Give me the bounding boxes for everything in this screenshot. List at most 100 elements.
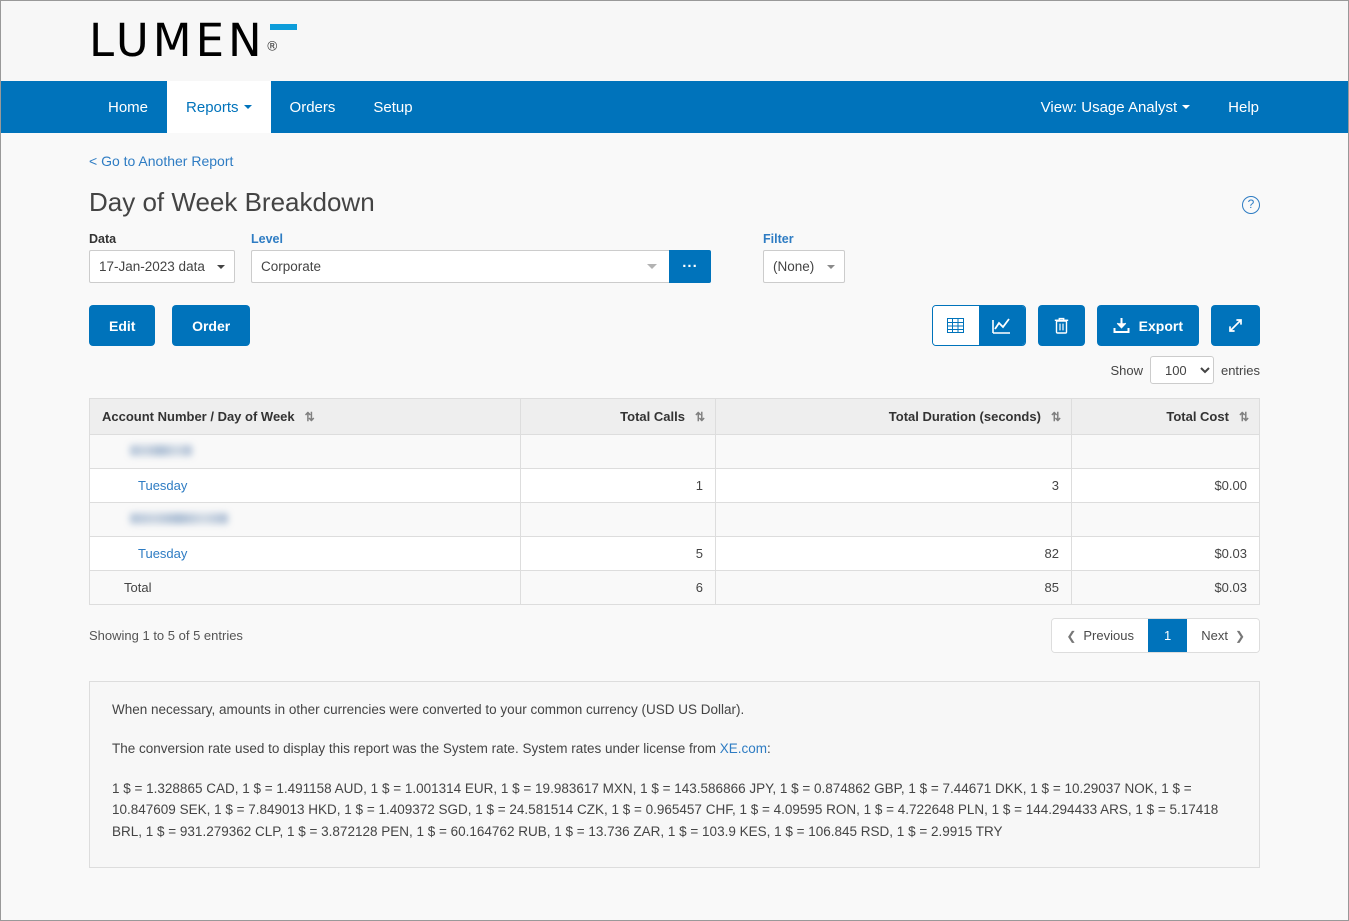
column-header-account-day-label: Account Number / Day of Week (102, 409, 295, 424)
pagination-next-label: Next (1201, 628, 1228, 643)
nav-item-home[interactable]: Home (89, 81, 167, 133)
export-button[interactable]: Export (1096, 305, 1199, 346)
day-of-week-link[interactable]: Tuesday (138, 546, 187, 561)
total-calls-cell: 5 (520, 536, 716, 571)
chevron-down-icon (217, 264, 225, 269)
column-header-total-calls[interactable]: Total Calls ⇅ (520, 398, 716, 435)
note-line-2: The conversion rate used to display this… (112, 739, 1237, 760)
chart-view-toggle[interactable] (978, 306, 1025, 345)
nav-item-reports[interactable]: Reports (167, 81, 271, 133)
app-window: LUMEN® Home Reports Orders Setup View: U… (0, 0, 1349, 921)
delete-button[interactable] (1037, 305, 1085, 346)
report-table: Account Number / Day of Week ⇅ Total Cal… (89, 398, 1260, 605)
chevron-down-icon (1182, 105, 1191, 109)
filter-dropdown-value: (None) (773, 259, 815, 274)
table-row-total: Total 6 85 $0.03 (89, 570, 1260, 605)
total-duration-cell (715, 434, 1072, 469)
column-header-total-cost[interactable]: Total Cost ⇅ (1071, 398, 1260, 435)
chevron-down-icon (827, 264, 835, 269)
data-dropdown-value: 17-Jan-2023 data (99, 259, 205, 274)
column-header-total-calls-label: Total Calls (620, 409, 685, 424)
nav-item-help[interactable]: Help (1209, 81, 1278, 133)
data-control-group: Data 17-Jan-2023 data (89, 232, 235, 283)
pagination-previous-button[interactable]: ❮ Previous (1052, 619, 1148, 652)
line-chart-icon (992, 317, 1011, 334)
pagination-next-button[interactable]: Next ❯ (1187, 619, 1259, 652)
registered-trademark-icon: ® (265, 39, 279, 55)
filter-label: Filter (763, 232, 794, 246)
table-row (89, 502, 1260, 537)
chevron-down-icon (647, 264, 657, 269)
order-button[interactable]: Order (172, 305, 251, 346)
help-circle-icon[interactable]: ? (1242, 195, 1260, 214)
show-entries-suffix: entries (1220, 362, 1260, 378)
breadcrumb-go-to-another-report[interactable]: < Go to Another Report (89, 133, 233, 169)
total-cost-cell (1071, 434, 1260, 469)
table-view-toggle[interactable] (932, 306, 979, 345)
nav-item-setup[interactable]: Setup (354, 81, 431, 133)
filter-dropdown[interactable]: (None) (763, 250, 845, 283)
download-icon (1113, 318, 1130, 333)
navbar-right-group: View: Usage Analyst Help (1022, 81, 1348, 133)
day-of-week-cell: Tuesday (89, 468, 521, 503)
day-of-week-link[interactable]: Tuesday (138, 478, 187, 493)
expand-button[interactable] (1211, 305, 1260, 346)
pagination-previous-label: Previous (1083, 628, 1134, 643)
note-line-2-after: : (767, 740, 771, 756)
pagination-page-1[interactable]: 1 (1147, 619, 1188, 652)
total-cost-cell: $0.03 (1071, 536, 1260, 571)
total-duration-cell: 85 (715, 570, 1072, 605)
nav-item-view-selector[interactable]: View: Usage Analyst (1022, 81, 1209, 133)
total-cost-cell (1071, 502, 1260, 537)
chevron-down-icon (243, 105, 252, 109)
total-calls-cell (520, 434, 716, 469)
report-controls: Data 17-Jan-2023 data Level Corporate ..… (89, 232, 1260, 283)
navbar-left-group: Home Reports Orders Setup (1, 81, 432, 133)
action-bar: Edit Order Export (89, 305, 1260, 346)
level-dropdown-value: Corporate (261, 259, 322, 274)
redacted-account-number (130, 445, 192, 456)
column-header-total-cost-label: Total Cost (1166, 409, 1229, 424)
xe-com-link[interactable]: XE.com (720, 741, 767, 756)
logo-accent-bar-icon (270, 24, 297, 30)
pagination-controls: ❮ Previous 1 Next ❯ (1051, 618, 1260, 653)
logo-bar: LUMEN® (1, 1, 1348, 81)
chevron-right-icon: ❯ (1234, 628, 1245, 643)
chevron-left-icon: ❮ (1066, 628, 1077, 643)
export-button-label: Export (1138, 317, 1183, 334)
view-toolbar: Export (931, 305, 1260, 346)
total-calls-cell: 1 (520, 468, 716, 503)
data-dropdown[interactable]: 17-Jan-2023 data (89, 250, 235, 283)
table-row: Tuesday 1 3 $0.00 (89, 468, 1260, 503)
sort-updown-icon: ⇅ (694, 409, 705, 424)
total-cost-cell: $0.00 (1071, 468, 1260, 503)
conversion-rates-text: 1 $ = 1.328865 CAD, 1 $ = 1.491158 AUD, … (112, 780, 1219, 840)
sort-updown-icon: ⇅ (304, 409, 315, 424)
level-more-options-button[interactable]: ... (669, 250, 711, 283)
note-line-2-before: The conversion rate used to display this… (112, 740, 720, 756)
left-action-buttons: Edit Order (89, 305, 251, 346)
page-title: Day of Week Breakdown (89, 187, 375, 217)
page-content: < Go to Another Report Day of Week Break… (1, 133, 1348, 868)
trash-icon (1054, 317, 1068, 334)
edit-button[interactable]: Edit (89, 305, 156, 346)
entries-per-page-select[interactable]: 100 (1149, 356, 1214, 384)
nav-item-orders[interactable]: Orders (271, 81, 355, 133)
nav-item-reports-label: Reports (186, 98, 239, 116)
filter-control-group: Filter (None) (763, 232, 845, 283)
total-duration-cell (715, 502, 1072, 537)
table-row (89, 434, 1260, 469)
nav-item-home-label: Home (108, 98, 149, 116)
level-control-group: Level Corporate ... (251, 232, 711, 283)
column-header-account-day[interactable]: Account Number / Day of Week ⇅ (89, 398, 521, 435)
account-number-cell (89, 434, 521, 469)
redacted-account-number (130, 513, 228, 524)
total-cost-cell: $0.03 (1071, 570, 1260, 605)
total-calls-cell (520, 502, 716, 537)
nav-item-orders-label: Orders (289, 98, 336, 116)
level-dropdown[interactable]: Corporate (251, 250, 669, 283)
day-of-week-cell: Tuesday (89, 536, 521, 571)
main-navbar: Home Reports Orders Setup View: Usage An… (1, 81, 1348, 133)
column-header-total-duration[interactable]: Total Duration (seconds) ⇅ (715, 398, 1072, 435)
lumen-logo[interactable]: LUMEN® (89, 18, 297, 63)
